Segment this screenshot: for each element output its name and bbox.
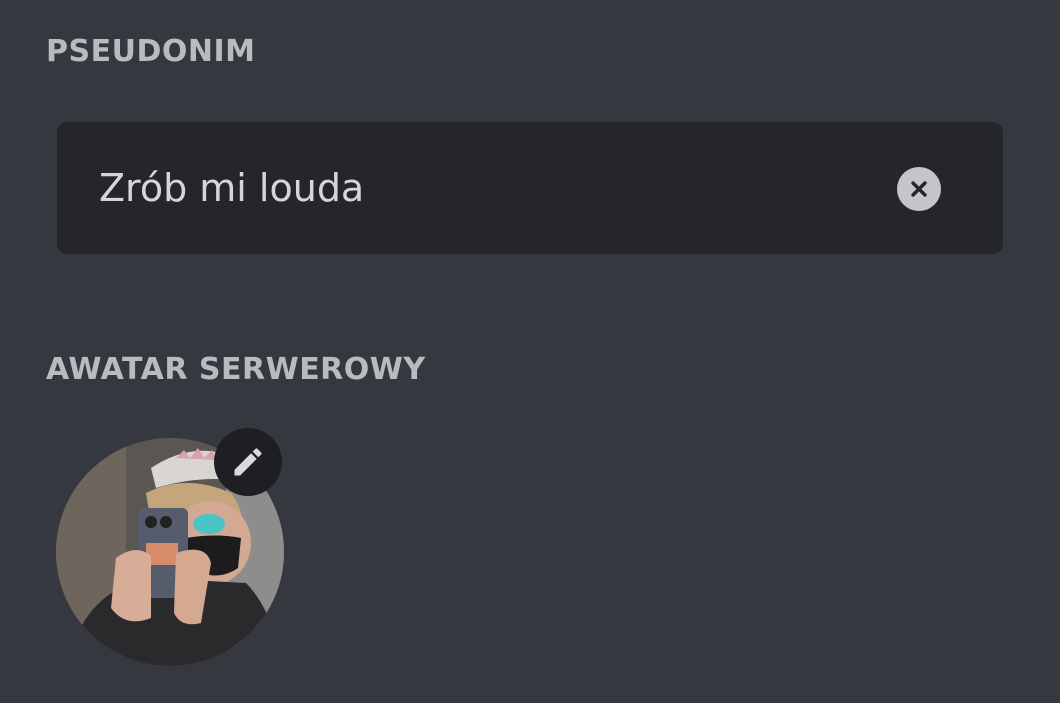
close-icon [911,181,927,197]
nickname-input[interactable] [99,122,879,254]
server-avatar[interactable] [56,428,284,666]
server-avatar-label: AWATAR SERWEROWY [46,352,426,387]
clear-nickname-button[interactable] [897,167,941,211]
pencil-icon [234,448,262,476]
nickname-label: PSEUDONIM [46,34,256,69]
edit-avatar-button[interactable] [214,428,282,496]
nickname-field[interactable] [57,122,1003,254]
